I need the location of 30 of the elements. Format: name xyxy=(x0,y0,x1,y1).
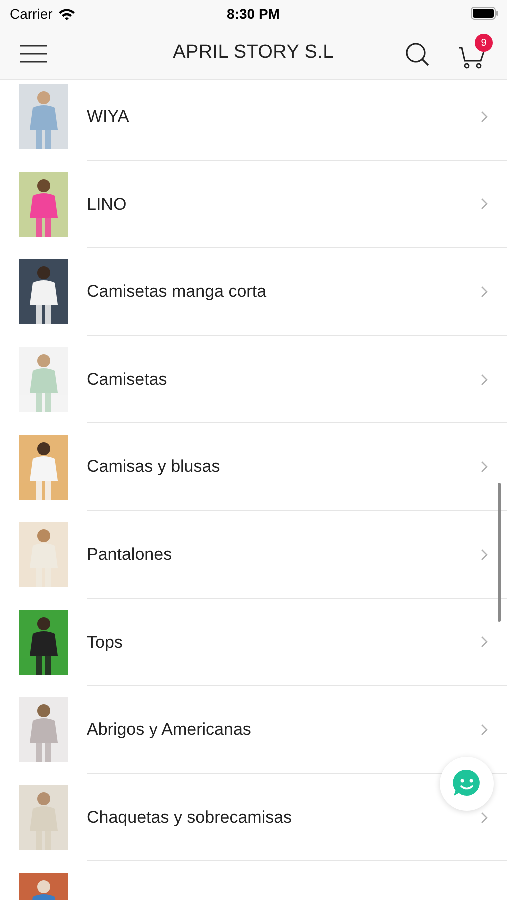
chevron-right-icon xyxy=(481,812,488,824)
cart-icon xyxy=(458,46,486,70)
category-label[interactable]: WIYA xyxy=(87,104,130,130)
cart-badge: 9 xyxy=(475,34,493,52)
chevron-right-icon xyxy=(481,374,488,386)
category-label[interactable]: Camisetas manga corta xyxy=(87,279,267,305)
carrier-label: Carrier xyxy=(10,4,53,24)
smiley-chat-icon xyxy=(452,769,482,799)
chevron-right-icon xyxy=(481,548,488,561)
chevron-right-icon xyxy=(481,724,488,736)
category-label[interactable]: LINO xyxy=(87,192,127,218)
wifi-icon xyxy=(58,8,76,20)
clock-time: 8:30 PM xyxy=(227,4,280,24)
category-label[interactable]: Camisetas xyxy=(87,366,168,392)
category-label[interactable]: Pantalones xyxy=(87,542,172,568)
search-icon xyxy=(405,42,431,68)
chevron-right-icon xyxy=(481,198,488,210)
category-label[interactable]: Camisas y blusas xyxy=(87,454,220,480)
category-label[interactable]: Abrigos y Americanas xyxy=(87,717,252,743)
store-title: APRIL STORY S.L xyxy=(173,41,334,66)
chevron-right-icon xyxy=(481,636,488,648)
category-label[interactable]: Tops xyxy=(87,630,123,656)
chevron-right-icon xyxy=(481,461,488,474)
menu-button[interactable] xyxy=(19,42,47,64)
chevron-right-icon xyxy=(481,286,488,298)
menu-icon xyxy=(20,44,46,62)
battery-icon xyxy=(471,7,499,20)
category-label[interactable]: Chaquetas y sobrecamisas xyxy=(87,804,292,830)
chevron-right-icon xyxy=(481,110,488,123)
search-button[interactable] xyxy=(405,42,431,68)
